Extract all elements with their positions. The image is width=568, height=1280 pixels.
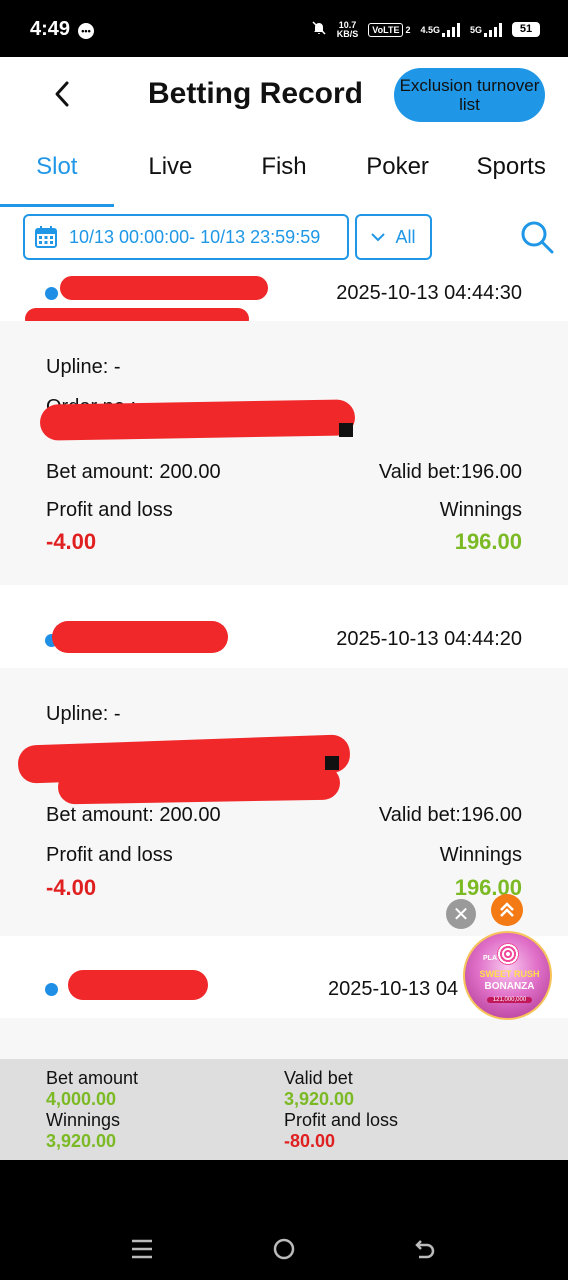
double-chevron-up-icon: [500, 902, 514, 917]
chevron-down-icon: [371, 233, 386, 242]
profit-loss-value: -4.00: [46, 529, 97, 554]
valid-bet: Valid bet:196.00: [378, 461, 522, 483]
recents-icon[interactable]: [131, 1238, 153, 1260]
total-bet-label: Bet amount: [46, 1068, 139, 1088]
battery-icon: 51: [512, 22, 540, 37]
total-profit-value: -80.00: [284, 1131, 336, 1151]
chevron-left-icon: [55, 81, 69, 107]
status-time: 4:49: [30, 18, 71, 40]
network-speed: 10.7 KB/S: [336, 20, 359, 39]
speed-unit: KB/S: [336, 28, 359, 39]
tab-live[interactable]: Live: [114, 147, 228, 207]
candy-icon: [497, 943, 519, 965]
search-button[interactable]: [519, 219, 555, 260]
status-icons: 10.7 KB/S VoLTE 2 4.5G 5G 51: [311, 20, 540, 39]
tab-fish[interactable]: Fish: [227, 147, 341, 207]
total-winnings-value: 3,920.00: [46, 1131, 117, 1151]
record-body: Upline: - 6 21 Bet amount: 200.00 Valid …: [0, 668, 568, 936]
winnings-value: 196.00: [454, 529, 522, 554]
copy-icon[interactable]: [325, 756, 339, 770]
valid-bet: Valid bet:196.00: [378, 804, 522, 826]
close-promo-button[interactable]: ✕: [446, 899, 476, 929]
back-button[interactable]: [50, 79, 76, 109]
promo-title: SWEET RUSH: [479, 969, 540, 979]
winnings-label: Winnings: [439, 844, 522, 866]
category-tabs: Slot Live Fish Poker Sports: [0, 147, 568, 207]
bet-amount: Bet amount: 200.00: [46, 804, 221, 826]
promo-amount: 121,000,000: [487, 997, 532, 1003]
status-bar: 4:49 ••• 10.7 KB/S VoLTE 2 4.5G 5G 51: [0, 0, 568, 57]
exclusion-turnover-button[interactable]: Exclusion turnover list: [394, 68, 545, 122]
calendar-icon: [35, 226, 57, 248]
back-nav-icon[interactable]: [413, 1237, 437, 1261]
upline-text: Upline: -: [46, 356, 121, 378]
tab-poker[interactable]: Poker: [341, 147, 455, 207]
profit-loss-value: -4.00: [46, 875, 97, 900]
winnings-label: Winnings: [439, 499, 522, 521]
redaction-mark: [52, 621, 228, 653]
mute-icon: [311, 20, 327, 39]
promo-game-button[interactable]: PLAY SWEET RUSH BONANZA 121,000,000: [463, 931, 552, 1020]
total-valid-bet-label: Valid bet: [284, 1068, 353, 1088]
bet-amount: Bet amount: 200.00: [46, 461, 221, 483]
search-icon: [521, 221, 554, 254]
record-time: 2025-10-13 04:44:20: [336, 628, 522, 650]
copy-icon[interactable]: [339, 423, 353, 437]
system-nav-bar: [0, 1160, 568, 1280]
filter-bar: 10/13 00:00:00- 10/13 23:59:59 All: [0, 207, 568, 269]
signal-icon: [441, 22, 460, 37]
total-winnings-label: Winnings: [46, 1110, 121, 1130]
total-valid-bet-value: 3,920.00: [284, 1089, 355, 1109]
total-bet-value: 4,000.00: [46, 1089, 117, 1109]
promo-subtitle: BONANZA: [484, 981, 535, 992]
redaction-mark: [39, 399, 356, 441]
upline-text: Upline: -: [46, 703, 121, 725]
record-body: [0, 1018, 568, 1060]
header: Betting Record Exclusion turnover list: [0, 57, 568, 137]
sim-number: 2: [405, 24, 411, 35]
tab-slot[interactable]: Slot: [0, 147, 114, 207]
home-icon[interactable]: [272, 1237, 296, 1261]
volte-badge: VoLTE: [368, 22, 404, 37]
record-body: Upline: - Order no.: Bet amount: 200.00 …: [0, 321, 568, 585]
type-select-value: All: [395, 226, 416, 247]
notification-icon: •••: [78, 23, 94, 39]
profit-loss-label: Profit and loss: [46, 844, 173, 866]
date-range-picker[interactable]: 10/13 00:00:00- 10/13 23:59:59: [23, 214, 349, 260]
date-range-text: 10/13 00:00:00- 10/13 23:59:59: [69, 226, 321, 247]
signal-icon-2: [484, 22, 502, 37]
tab-sports[interactable]: Sports: [454, 147, 568, 207]
scroll-top-button[interactable]: [491, 894, 523, 926]
redaction-mark: [57, 765, 341, 805]
summary-panel: Bet amount 4,000.00 Valid bet 3,920.00 W…: [0, 1059, 568, 1160]
close-icon: ✕: [452, 903, 470, 926]
type-select[interactable]: All: [355, 214, 432, 260]
redaction-mark: [68, 970, 208, 1000]
page-title: Betting Record: [148, 77, 364, 110]
redaction-mark: [60, 276, 268, 300]
network-type-2: 5G: [469, 24, 482, 35]
record-time: 2025-10-13 04:44:30: [336, 282, 522, 304]
record-time: 2025-10-13 04: [328, 978, 459, 1000]
network-type-1: 4.5G: [420, 24, 440, 35]
profit-loss-label: Profit and loss: [46, 499, 173, 521]
total-profit-label: Profit and loss: [284, 1110, 399, 1130]
status-dot: [45, 287, 58, 300]
status-dot: [45, 983, 58, 996]
